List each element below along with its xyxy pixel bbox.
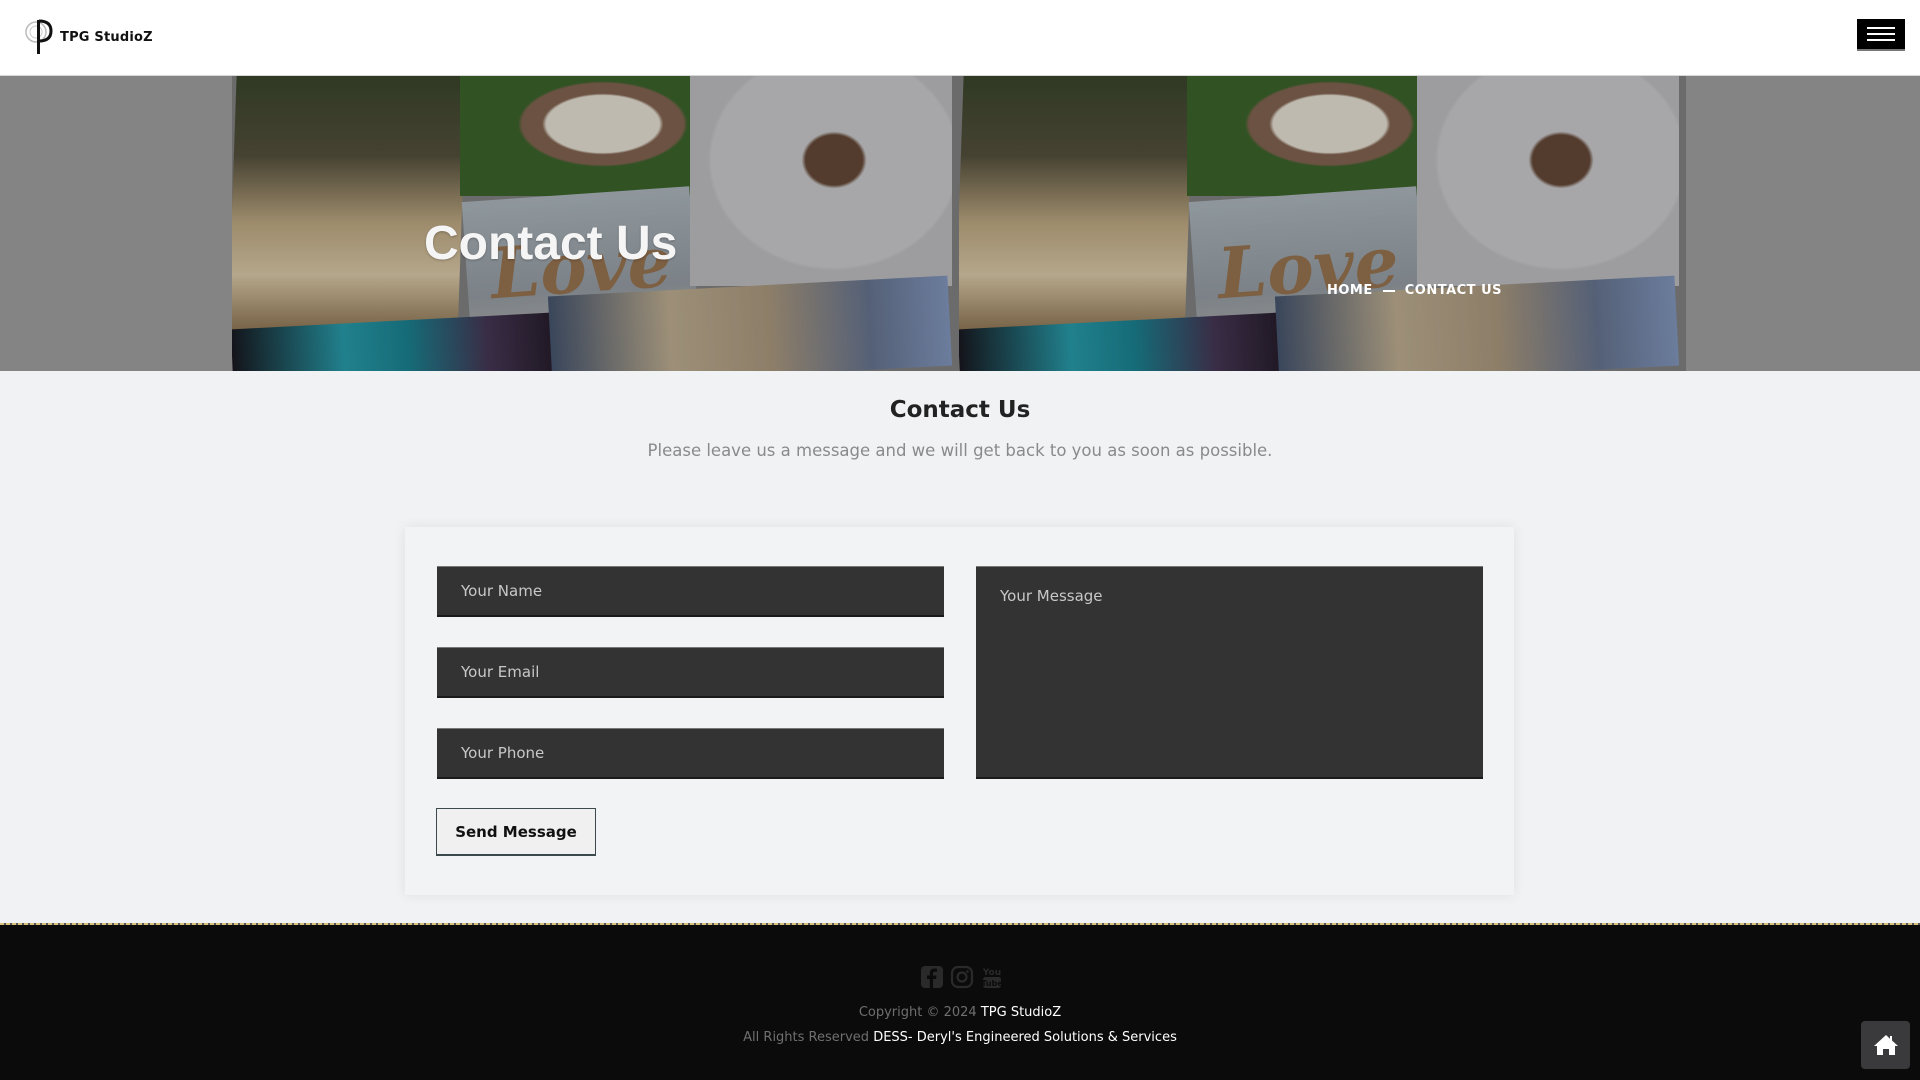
copyright-brand-link[interactable]: TPG StudioZ <box>981 1005 1061 1020</box>
contact-form: Send Message <box>405 527 1514 895</box>
youtube-icon: You Tube <box>981 968 1003 988</box>
instagram-icon <box>950 965 974 989</box>
social-links: You Tube <box>920 965 1004 989</box>
hamburger-menu-button[interactable] <box>1857 19 1905 51</box>
breadcrumb-separator <box>1382 289 1395 292</box>
message-textarea[interactable] <box>976 566 1483 779</box>
email-input[interactable] <box>437 647 944 698</box>
instagram-link[interactable] <box>950 965 974 989</box>
name-input[interactable] <box>437 566 944 617</box>
facebook-icon <box>921 966 943 988</box>
page-hero-banner: Contact Us HOME CONTACT US <box>0 76 1920 371</box>
section-subtitle: Please leave us a message and we will ge… <box>647 441 1273 460</box>
breadcrumb-current: CONTACT US <box>1404 283 1502 298</box>
back-to-home-button[interactable] <box>1861 1021 1910 1069</box>
logo-p-icon <box>24 18 54 56</box>
copyright-text: Copyright © 2024 TPG StudioZ <box>0 1005 1920 1020</box>
site-header: TPG StudioZ <box>0 0 1920 76</box>
youtube-link[interactable]: You Tube <box>980 965 1004 989</box>
site-footer: You Tube Copyright © 2024 TPG StudioZ Al… <box>0 923 1920 1080</box>
home-icon <box>1873 1035 1898 1055</box>
section-title: Contact Us <box>889 397 1031 423</box>
facebook-link[interactable] <box>920 965 944 989</box>
brand-logo[interactable]: TPG StudioZ <box>24 18 153 56</box>
breadcrumb: HOME CONTACT US <box>1327 283 1502 298</box>
send-message-button[interactable]: Send Message <box>436 808 596 856</box>
developer-credit-link[interactable]: DESS- Deryl's Engineered Solutions & Ser… <box>873 1030 1177 1045</box>
hamburger-menu-icon <box>1867 27 1895 29</box>
svg-text:You: You <box>982 968 1001 978</box>
hamburger-line <box>1867 33 1895 35</box>
svg-text:Tube: Tube <box>981 979 1003 988</box>
hamburger-line <box>1867 39 1895 41</box>
rights-prefix: All Rights Reserved <box>743 1030 870 1045</box>
breadcrumb-home-link[interactable]: HOME <box>1327 283 1373 298</box>
hero-title: Contact Us <box>424 217 678 270</box>
rights-text: All Rights Reserved DESS- Deryl's Engine… <box>0 1030 1920 1045</box>
copyright-prefix: Copyright © 2024 <box>858 1005 977 1020</box>
hero-overlay <box>0 76 1920 371</box>
footer-dotted-divider <box>0 923 1920 925</box>
phone-input[interactable] <box>437 728 944 779</box>
brand-name: TPG StudioZ <box>60 29 153 45</box>
